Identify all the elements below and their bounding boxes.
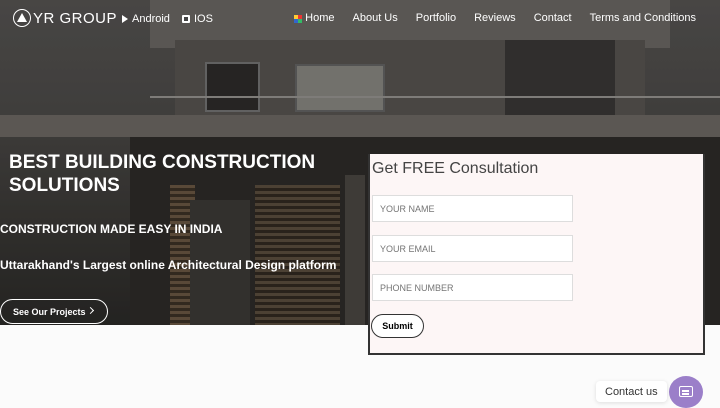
- ios-link[interactable]: IOS: [182, 13, 213, 25]
- brand-name: YR GROUP: [33, 9, 118, 27]
- android-label: Android: [132, 13, 170, 25]
- hero-subtitle: Uttarakhand's Largest online Architectur…: [0, 258, 337, 272]
- logo-icon: [13, 9, 31, 27]
- hero-tagline: CONSTRUCTION MADE EASY IN INDIA: [0, 222, 223, 236]
- form-title: Get FREE Consultation: [372, 160, 539, 177]
- chat-icon: [679, 386, 693, 397]
- email-input[interactable]: [372, 235, 573, 262]
- menu-about-us[interactable]: About Us: [353, 12, 398, 24]
- google-icon[interactable]: [294, 15, 302, 23]
- hero-title: BEST BUILDING CONSTRUCTION SOLUTIONS: [9, 152, 316, 196]
- consultation-form: Get FREE Consultation Submit: [368, 154, 705, 355]
- main-menu: Home About Us Portfolio Reviews Contact …: [305, 12, 696, 24]
- menu-home[interactable]: Home: [305, 12, 334, 24]
- top-nav: YR GROUP Android IOS Home About Us Portf…: [0, 0, 720, 36]
- contact-us-label[interactable]: Contact us: [596, 381, 667, 402]
- contact-us-button[interactable]: [669, 376, 703, 408]
- ios-label: IOS: [194, 13, 213, 25]
- name-input[interactable]: [372, 195, 573, 222]
- brand-logo[interactable]: YR GROUP: [13, 9, 117, 27]
- phone-input[interactable]: [372, 274, 573, 301]
- android-link[interactable]: Android: [122, 13, 170, 25]
- menu-contact[interactable]: Contact: [534, 12, 572, 24]
- menu-portfolio[interactable]: Portfolio: [416, 12, 456, 24]
- menu-terms[interactable]: Terms and Conditions: [590, 12, 696, 24]
- chevron-right-icon: [86, 306, 95, 315]
- apple-icon: [182, 15, 190, 23]
- android-icon: [122, 15, 128, 23]
- submit-button[interactable]: Submit: [371, 314, 424, 338]
- see-projects-button[interactable]: See Our Projects: [0, 299, 108, 324]
- menu-reviews[interactable]: Reviews: [474, 12, 516, 24]
- see-projects-label: See Our Projects: [13, 306, 86, 317]
